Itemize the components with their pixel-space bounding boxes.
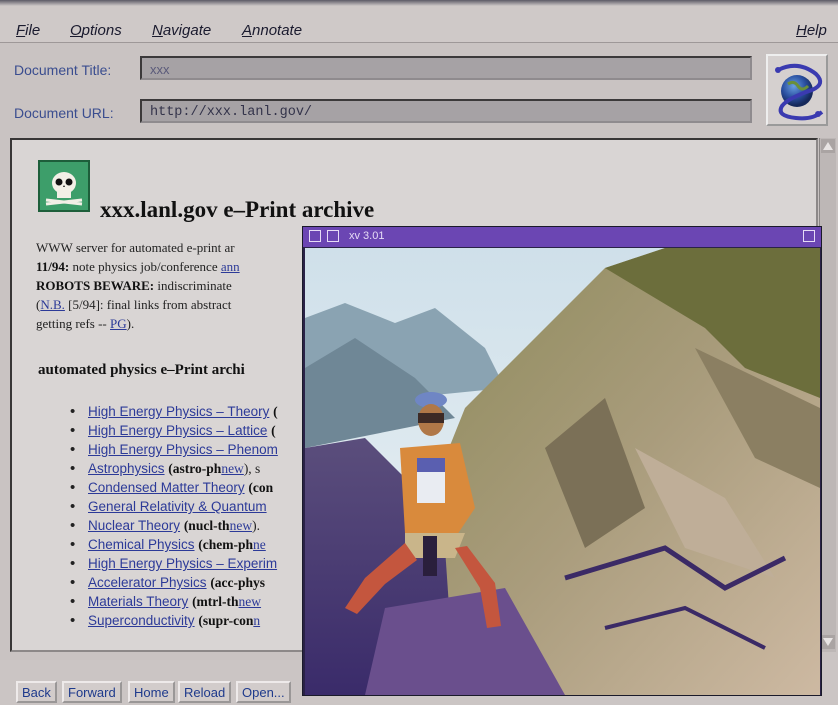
home-button[interactable]: Home bbox=[128, 681, 175, 703]
menu-bar-shadow bbox=[0, 0, 838, 6]
xv-image-window[interactable]: xv 3.01 bbox=[302, 226, 822, 696]
refs-end: ). bbox=[126, 316, 135, 331]
scroll-up-arrow-icon[interactable] bbox=[821, 139, 835, 153]
nb-link[interactable]: N.B. bbox=[40, 297, 65, 312]
archive-link[interactable]: Astrophysics bbox=[88, 461, 165, 476]
reload-button[interactable]: Reload bbox=[178, 681, 232, 703]
archive-list-item: Superconductivity (supr-conn bbox=[70, 612, 278, 632]
archive-link[interactable]: Superconductivity bbox=[88, 613, 195, 628]
xv-window-title: xv 3.01 bbox=[349, 230, 385, 242]
open-button[interactable]: Open... bbox=[236, 681, 291, 703]
archive-list-item: Nuclear Theory (nucl-thnew). bbox=[70, 517, 278, 537]
archive-link[interactable]: Chemical Physics bbox=[88, 537, 195, 552]
archive-link[interactable]: General Relativity & Quantum bbox=[88, 499, 267, 514]
skull-logo-icon bbox=[38, 160, 90, 212]
section-heading: automated physics e–Print archi bbox=[38, 362, 245, 378]
archive-trailing-text: ). bbox=[252, 518, 260, 533]
new-link[interactable]: ne bbox=[253, 537, 266, 552]
new-link[interactable]: new bbox=[239, 594, 262, 609]
news-line: 11/94: note physics job/conference ann bbox=[36, 259, 240, 275]
archive-code: (con bbox=[248, 480, 274, 495]
archive-list: High Energy Physics – Theory (High Energ… bbox=[70, 403, 278, 632]
new-link[interactable]: new bbox=[230, 518, 253, 533]
refs-line: getting refs -- PG). bbox=[36, 316, 134, 332]
minimize-icon[interactable] bbox=[327, 230, 339, 242]
maximize-icon[interactable] bbox=[803, 230, 815, 242]
archive-list-item: High Energy Physics – Lattice ( bbox=[70, 422, 278, 442]
archive-link[interactable]: High Energy Physics – Experim bbox=[88, 556, 277, 571]
archive-list-item: Condensed Matter Theory (con bbox=[70, 479, 278, 499]
robots-label: ROBOTS BEWARE: bbox=[36, 278, 155, 293]
robots-line: ROBOTS BEWARE: indiscriminate bbox=[36, 278, 232, 294]
archive-list-item: High Energy Physics – Phenom bbox=[70, 441, 278, 461]
mountain-climber-photo bbox=[305, 248, 820, 695]
archive-code: (mtrl-th bbox=[192, 594, 239, 609]
archive-list-item: High Energy Physics – Experim bbox=[70, 555, 278, 575]
archive-link[interactable]: High Energy Physics – Phenom bbox=[88, 442, 278, 457]
page-title: xxx.lanl.gov e–Print archive bbox=[100, 197, 375, 222]
browser-logo[interactable] bbox=[766, 54, 828, 126]
refs-text: getting refs -- bbox=[36, 316, 107, 331]
new-link[interactable]: n bbox=[253, 613, 260, 628]
archive-link[interactable]: Condensed Matter Theory bbox=[88, 480, 245, 495]
archive-list-item: High Energy Physics – Theory ( bbox=[70, 403, 278, 423]
archive-code: ( bbox=[271, 423, 276, 438]
new-link[interactable]: new bbox=[221, 461, 244, 476]
nb-text: [5/94]: final links from abstract bbox=[68, 297, 232, 312]
menu-help[interactable]: Help bbox=[796, 22, 827, 39]
archive-list-item: General Relativity & Quantum bbox=[70, 498, 278, 518]
archive-list-item: Accelerator Physics (acc-phys bbox=[70, 574, 278, 594]
forward-button[interactable]: Forward bbox=[62, 681, 122, 703]
nb-line: (N.B. [5/94]: final links from abstract bbox=[36, 297, 232, 312]
window-menu-icon[interactable] bbox=[309, 230, 321, 242]
document-title-label: Document Title: bbox=[14, 62, 112, 78]
document-title-field[interactable]: xxx bbox=[140, 56, 752, 80]
archive-link[interactable]: High Energy Physics – Lattice bbox=[88, 423, 267, 438]
menu-navigate[interactable]: Navigate bbox=[152, 22, 211, 39]
globe-logo-icon bbox=[775, 63, 824, 121]
archive-list-item: Materials Theory (mtrl-thnew bbox=[70, 593, 278, 613]
pg-link[interactable]: PG bbox=[110, 316, 127, 331]
announcement-link[interactable]: ann bbox=[221, 259, 240, 274]
scroll-down-arrow-icon[interactable] bbox=[821, 635, 835, 649]
archive-code: (nucl-th bbox=[183, 518, 230, 533]
news-date: 11/94: bbox=[36, 259, 70, 274]
xv-titlebar[interactable]: xv 3.01 bbox=[303, 227, 821, 247]
menu-file[interactable]: File bbox=[16, 22, 40, 39]
archive-code: ( bbox=[273, 404, 278, 419]
archive-list-item: Chemical Physics (chem-phne bbox=[70, 536, 278, 556]
menu-annotate[interactable]: Annotate bbox=[242, 22, 302, 39]
robots-text: indiscriminate bbox=[157, 278, 232, 293]
document-url-label: Document URL: bbox=[14, 105, 114, 121]
archive-list-item: Astrophysics (astro-phnew), s bbox=[70, 460, 278, 480]
back-button[interactable]: Back bbox=[16, 681, 57, 703]
archive-link[interactable]: Accelerator Physics bbox=[88, 575, 207, 590]
archive-link[interactable]: Materials Theory bbox=[88, 594, 188, 609]
archive-code: (supr-con bbox=[198, 613, 254, 628]
document-url-field[interactable]: http://xxx.lanl.gov/ bbox=[140, 99, 752, 123]
archive-code: (chem-ph bbox=[198, 537, 254, 552]
news-text: note physics job/conference bbox=[72, 259, 218, 274]
archive-trailing-text: ), s bbox=[243, 461, 261, 476]
archive-code: (astro-ph bbox=[168, 461, 222, 476]
intro-text: WWW server for automated e-print ar bbox=[36, 240, 235, 255]
archive-link[interactable]: Nuclear Theory bbox=[88, 518, 180, 533]
menu-bar: File Options Navigate Annotate Help bbox=[0, 0, 838, 43]
menu-options[interactable]: Options bbox=[70, 22, 122, 39]
archive-link[interactable]: High Energy Physics – Theory bbox=[88, 404, 269, 419]
archive-code: (acc-phys bbox=[210, 575, 266, 590]
